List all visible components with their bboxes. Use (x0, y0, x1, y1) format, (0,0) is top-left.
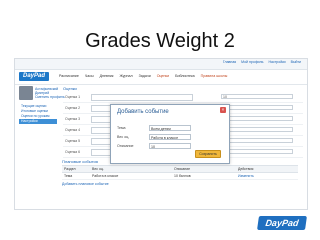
nav-item-grades[interactable]: Оценки (157, 74, 169, 78)
grade-weight-field[interactable]: +10 (221, 149, 293, 154)
app-header: DayPad Расписание Часы Дневник Журнал За… (15, 70, 307, 85)
event-section: Тема (64, 174, 73, 178)
top-link-profile[interactable]: Мой профиль (241, 60, 263, 64)
grade-label: Оценка 3 (65, 117, 81, 121)
grade-label: Оценка 5 (65, 139, 81, 143)
grade-label: Оценка 6 (65, 150, 81, 154)
field-label: Описание (117, 144, 134, 148)
grade-weight-field[interactable]: +10 (221, 116, 293, 121)
slide-title: Grades Weight 2 (85, 30, 235, 52)
dialog-title: Добавить событие (117, 109, 169, 115)
save-button[interactable]: Сохранить (195, 150, 221, 158)
nav-item-hours[interactable]: Часы (85, 74, 94, 78)
col-header-weight: Вес оц. (92, 167, 104, 171)
events-table-header: Раздел Вес оц. Описание Действия (62, 165, 298, 173)
event-description: 10 баллов (174, 174, 191, 178)
top-bar: Главная Мой профиль Настройки Выйти (15, 59, 307, 70)
nav-item-schedule[interactable]: Расписание (59, 74, 79, 78)
topic-select[interactable]: Всем детям (149, 125, 191, 131)
app-logo[interactable]: DayPad (19, 72, 49, 81)
col-header-actions: Действия (238, 167, 254, 171)
sidebar-item-settings[interactable]: Настройки (19, 119, 57, 124)
grade-weight-field[interactable]: 10 (221, 94, 293, 99)
description-input[interactable]: 10 (149, 143, 191, 149)
nav-item-rules[interactable]: Правила школы (201, 74, 228, 78)
edit-event-link[interactable]: Изменить (238, 174, 254, 178)
grade-label: Оценка 1 (65, 95, 81, 99)
field-label: Тема (117, 126, 126, 130)
event-weight: Работа в классе (92, 174, 119, 178)
brand-logo: DayPad (257, 216, 307, 230)
main-nav: Расписание Часы Дневник Журнал Задачи Оц… (59, 74, 232, 78)
nav-item-tasks[interactable]: Задачи (139, 74, 151, 78)
grade-weight-field[interactable]: +10 (221, 138, 293, 143)
close-icon[interactable]: × (220, 107, 226, 113)
nav-item-diary[interactable]: Дневник (100, 74, 114, 78)
grade-weight-field[interactable]: +10 (221, 127, 293, 132)
top-link-settings[interactable]: Настройки (268, 60, 285, 64)
nav-item-library[interactable]: Библиотека (175, 74, 195, 78)
grade-weight-field[interactable]: +10 (221, 105, 293, 110)
table-row: Тема Работа в классе 10 баллов Изменить (62, 173, 298, 180)
add-event-dialog: Добавить событие × Тема Всем детям Вес о… (110, 104, 230, 164)
col-header-section: Раздел (64, 167, 76, 171)
grade-row: Оценка 1 10 (63, 92, 303, 103)
col-header-description: Описание (174, 167, 191, 171)
user-profile: Астафьевский Дмитрий Сменить профиль (19, 86, 69, 102)
sidebar: Текущие оценки Итоговые оценки Оценки по… (19, 104, 57, 124)
grade-name-field[interactable] (91, 94, 193, 101)
field-label: Вес оц. (117, 135, 130, 139)
avatar[interactable] (19, 86, 33, 100)
nav-item-journal[interactable]: Журнал (120, 74, 133, 78)
weight-select[interactable]: Работа в классе (149, 134, 191, 140)
top-links: Главная Мой профиль Настройки Выйти (219, 60, 301, 64)
grade-label: Оценка 2 (65, 106, 81, 110)
add-event-link[interactable]: Добавить плановое событие (62, 182, 298, 186)
grade-label: Оценка 4 (65, 128, 81, 132)
top-link-home[interactable]: Главная (223, 60, 236, 64)
top-link-logout[interactable]: Выйти (291, 60, 301, 64)
